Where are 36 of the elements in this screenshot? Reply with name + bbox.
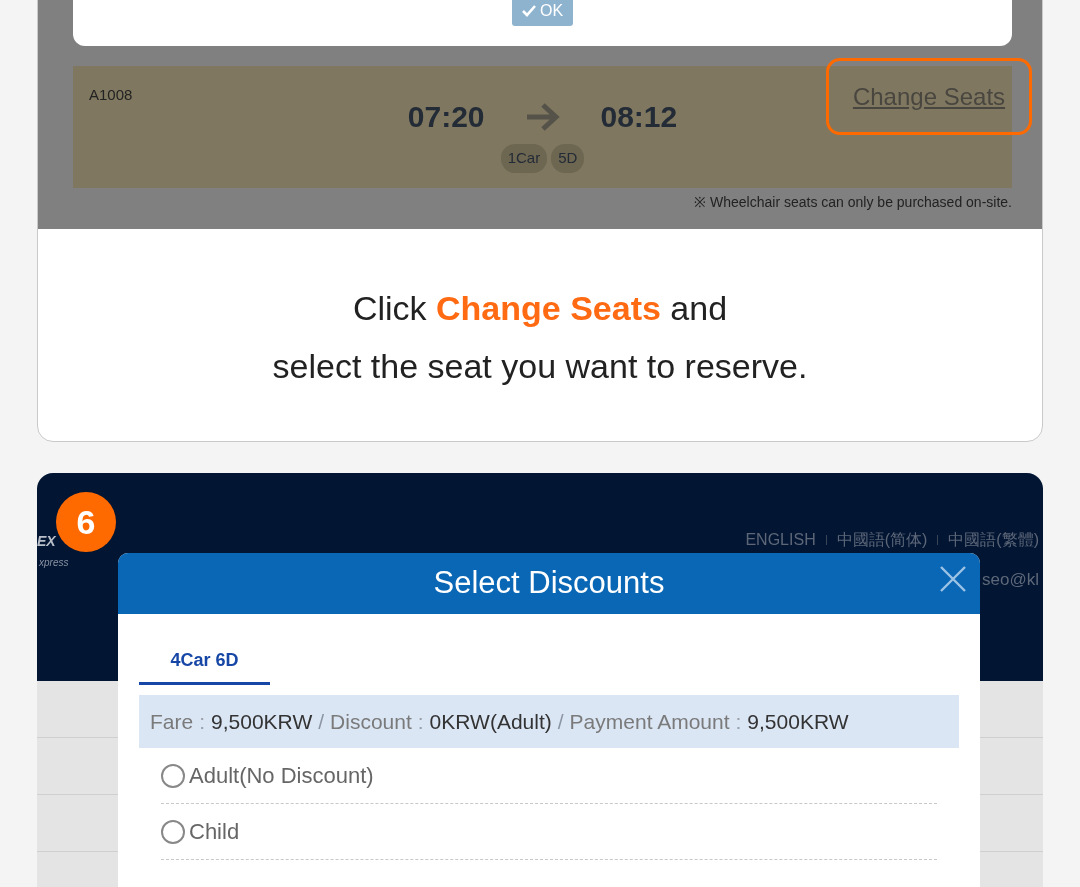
caption-text: Click Change Seats and xyxy=(351,288,729,329)
language-link[interactable]: 中國語(繁體) xyxy=(948,528,1039,552)
radio-button[interactable] xyxy=(161,819,185,844)
wheelchair-note: ※ Wheelchair seats can only be purchased on-site. xyxy=(693,193,1012,212)
separator-text: / xyxy=(318,708,325,735)
dialog-title: Select Discounts xyxy=(433,564,665,603)
close-icon[interactable] xyxy=(940,566,966,592)
separator-text: / xyxy=(557,708,564,735)
user-email: seo@kl xyxy=(982,569,1039,591)
fare-value: 0KRW(Adult) xyxy=(429,708,552,735)
fare-label: Fare xyxy=(150,708,194,735)
train-number: A1008 xyxy=(89,85,133,105)
step-number: 6 xyxy=(56,492,116,552)
departure-time: 07:20 xyxy=(407,99,485,135)
seat-tag: 5D xyxy=(551,144,585,173)
ok-button[interactable]: OK xyxy=(511,0,574,26)
seat-tab[interactable]: 4Car 6D xyxy=(139,646,270,685)
colon-text: : xyxy=(735,708,742,735)
fare-value: 9,500KRW xyxy=(211,708,313,735)
logo-text: EX xyxy=(37,532,56,551)
fare-value: 9,500KRW xyxy=(747,708,849,735)
arrow-icon xyxy=(524,100,561,133)
colon-text: : xyxy=(417,708,424,735)
colon-text: : xyxy=(199,708,206,735)
language-link[interactable]: ENGLISH xyxy=(745,528,816,552)
fare-label: Discount xyxy=(330,708,412,735)
language-link[interactable]: 中國語(简体) xyxy=(836,528,928,552)
caption-text: select the seat you want to reserve. xyxy=(271,346,809,387)
fare-label: Payment Amount xyxy=(569,708,730,735)
logo-subtext: xpress xyxy=(39,556,69,570)
radio-button[interactable] xyxy=(161,763,185,788)
arrival-time: 08:12 xyxy=(600,99,678,135)
option-label[interactable]: Child xyxy=(189,815,240,848)
option-label[interactable]: Adult(No Discount) xyxy=(189,759,374,792)
check-icon xyxy=(521,5,536,17)
seat-tag: 1Car xyxy=(500,144,548,173)
